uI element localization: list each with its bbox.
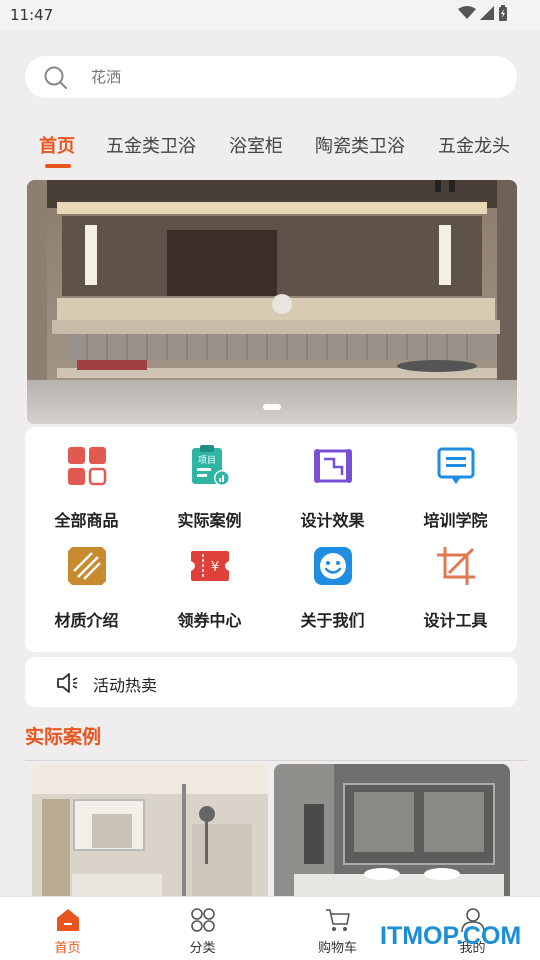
home-icon (57, 909, 79, 931)
notice-text: 活动热卖 (93, 676, 158, 695)
status-time: 11:47 (10, 6, 54, 24)
signal-icon (480, 6, 494, 20)
category-icon (191, 908, 215, 932)
promo-notice-bar[interactable]: 活动热卖 (25, 657, 517, 707)
grid-item-all-products[interactable]: 全部商品 (25, 427, 148, 530)
coupon-icon-badge: ¥ (211, 560, 219, 575)
material-icon (68, 547, 106, 585)
section-title: 实际案例 (25, 726, 102, 748)
tab-home[interactable]: 首页 (39, 132, 75, 158)
grid-item-about-us[interactable]: 关于我们 (271, 527, 394, 630)
tab-ceramic-bathroom[interactable]: 陶瓷类卫浴 (315, 132, 405, 158)
nav-label: 首页 (54, 941, 81, 956)
grid-item-training[interactable]: 培训学院 (394, 427, 517, 530)
status-icons (458, 5, 508, 21)
tab-hardware-bathroom[interactable]: 五金类卫浴 (106, 132, 196, 158)
status-bar: 11:47 (0, 0, 540, 30)
cart-icon (326, 909, 350, 931)
banner-image (27, 180, 517, 424)
cases-icon-badge: 项目 (198, 455, 216, 466)
battery-icon (499, 5, 507, 21)
shortcut-grid: 全部商品 项目 实际案例 设计效果 培训学院 材质介绍 ¥ 领券中心 关于我们 … (25, 427, 517, 652)
banner-pagination (27, 404, 517, 410)
search-placeholder: 花洒 (91, 68, 122, 86)
grid-label: 关于我们 (300, 611, 365, 630)
grid-item-design-tool[interactable]: 设计工具 (394, 527, 517, 630)
grid-item-cases[interactable]: 项目 实际案例 (148, 427, 271, 530)
promo-banner[interactable] (27, 180, 517, 424)
search-icon (44, 66, 67, 89)
design-effect-icon (314, 449, 352, 483)
section-divider (25, 760, 527, 761)
nav-home[interactable]: 首页 (0, 897, 135, 960)
speaker-icon (57, 673, 78, 693)
grid-item-material[interactable]: 材质介绍 (25, 527, 148, 630)
grid-item-coupon[interactable]: ¥ 领券中心 (148, 527, 271, 630)
watermark: ITMOP.COM (380, 922, 522, 950)
cases-icon: 项目 (192, 445, 230, 486)
search-bar[interactable]: 花洒 (25, 56, 517, 98)
banner-dot-active[interactable] (263, 404, 281, 410)
case-card-1[interactable] (32, 764, 268, 904)
case-image-2 (274, 764, 510, 904)
nav-category[interactable]: 分类 (135, 897, 270, 960)
wifi-icon (458, 6, 476, 19)
category-tabs: 首页 五金类卫浴 浴室柜 陶瓷类卫浴 五金龙头 (0, 126, 540, 176)
training-icon (437, 447, 475, 484)
grid-label: 设计工具 (423, 611, 488, 630)
case-card-2[interactable] (274, 764, 510, 904)
grid-item-design-effect[interactable]: 设计效果 (271, 427, 394, 530)
design-tool-icon (437, 547, 475, 585)
all-products-icon (68, 447, 107, 486)
active-tab-indicator (45, 164, 71, 168)
about-us-icon (314, 547, 352, 585)
coupon-icon: ¥ (191, 551, 229, 581)
case-image-1 (32, 764, 268, 904)
tab-faucets[interactable]: 五金龙头 (438, 132, 510, 158)
nav-label: 分类 (189, 941, 216, 956)
grid-label: 材质介绍 (54, 611, 119, 630)
tab-bathroom-cabinet[interactable]: 浴室柜 (229, 132, 283, 158)
grid-label: 领券中心 (177, 611, 242, 630)
